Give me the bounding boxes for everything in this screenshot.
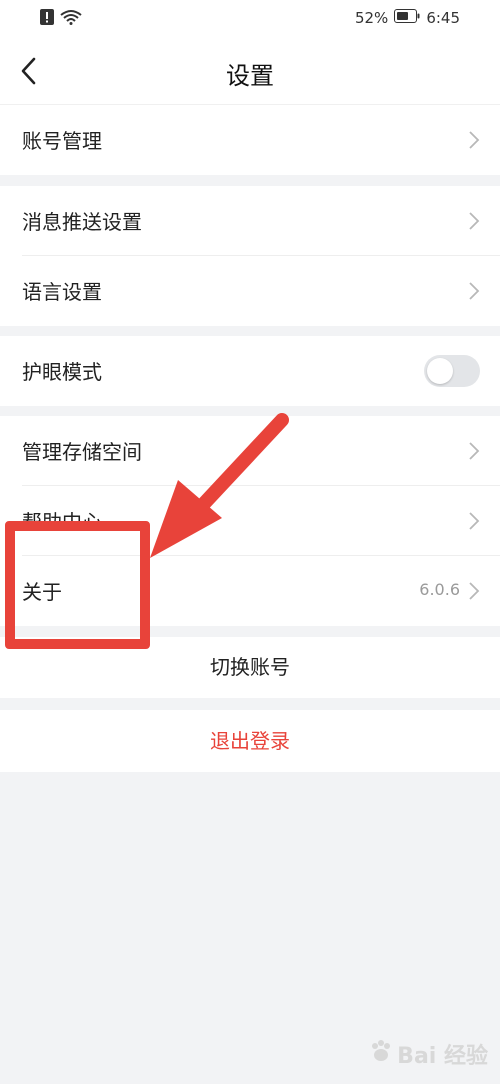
- setting-label: 护眼模式: [22, 360, 102, 384]
- clock: 6:45: [426, 9, 460, 27]
- status-right: 52% 6:45: [355, 9, 460, 27]
- setting-push-notifications[interactable]: 消息推送设置: [0, 186, 500, 256]
- setting-label: 消息推送设置: [22, 210, 142, 234]
- setting-account-management[interactable]: 账号管理: [0, 105, 500, 175]
- setting-label: 语言设置: [22, 280, 102, 304]
- annotation-highlight-box: [5, 521, 150, 649]
- status-left: [40, 9, 82, 29]
- watermark: Bai 经验: [369, 1038, 488, 1070]
- setting-label: 账号管理: [22, 129, 102, 153]
- chevron-right-icon: [469, 442, 480, 460]
- status-bar: 52% 6:45: [0, 0, 500, 38]
- setting-manage-storage[interactable]: 管理存储空间: [0, 416, 500, 486]
- chevron-right-icon: [469, 212, 480, 230]
- setting-eye-mode: 护眼模式: [0, 336, 500, 406]
- chevron-right-icon: [469, 131, 480, 149]
- battery-percent: 52%: [354, 9, 389, 27]
- alert-icon: [40, 9, 54, 29]
- chevron-right-icon: [469, 282, 480, 300]
- chevron-right-icon: [469, 582, 480, 600]
- wifi-icon: [60, 9, 82, 29]
- toggle-knob: [427, 358, 453, 384]
- logout-button[interactable]: 退出登录: [0, 710, 500, 772]
- chevron-right-icon: [469, 512, 480, 530]
- watermark-text: Bai 经验: [397, 1044, 488, 1069]
- version-label: 6.0.6: [419, 580, 460, 599]
- setting-label: 管理存储空间: [22, 440, 142, 464]
- eye-mode-toggle[interactable]: [424, 355, 480, 387]
- battery-icon: [394, 9, 420, 27]
- paw-logo-icon: [369, 1039, 393, 1069]
- nav-header: 设置: [0, 38, 500, 105]
- setting-language[interactable]: 语言设置: [0, 256, 500, 326]
- page-title: 设置: [226, 62, 274, 90]
